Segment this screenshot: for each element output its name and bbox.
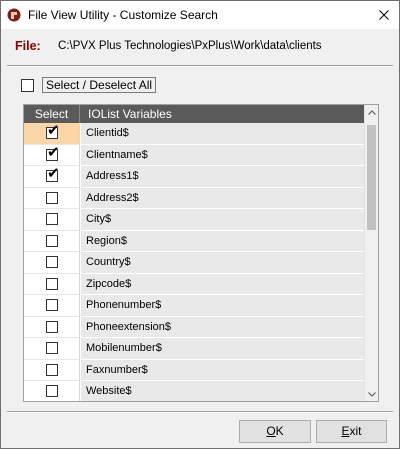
row-checkbox[interactable] [46, 191, 58, 204]
table-row[interactable]: Region$ [24, 230, 365, 252]
variable-cell[interactable]: Zipcode$ [81, 273, 365, 295]
table-row[interactable]: ✔ Address1$ [24, 166, 365, 188]
table-row[interactable]: ✔ Clientid$ [24, 123, 365, 145]
table-row[interactable]: Website$ [24, 381, 365, 401]
variable-name: Phoneextension$ [86, 320, 172, 333]
variable-name: Faxnumber$ [86, 363, 148, 376]
variable-cell[interactable]: Country$ [81, 252, 365, 274]
table-row[interactable]: ✔ Clientname$ [24, 143, 365, 166]
select-cell[interactable] [24, 381, 80, 401]
top-divider [7, 65, 393, 67]
grid-header: Select IOList Variables [24, 105, 365, 123]
select-cell[interactable]: ✔ [24, 123, 80, 145]
scroll-thumb[interactable] [367, 125, 376, 230]
table-row[interactable]: City$ [24, 209, 365, 231]
variable-name: Region$ [86, 234, 127, 247]
row-checkbox[interactable]: ✔ [46, 165, 60, 182]
exit-button-label: Exit [341, 424, 362, 438]
scroll-down-icon[interactable] [365, 387, 378, 401]
variable-name: Zipcode$ [86, 277, 132, 290]
variable-name: Mobilenumber$ [86, 342, 162, 354]
select-cell[interactable] [24, 338, 80, 360]
select-cell[interactable] [24, 273, 80, 295]
select-cell[interactable]: ✔ [24, 166, 80, 188]
table-row[interactable]: Phonenumber$ [24, 295, 365, 317]
file-path: C:\PVX Plus Technologies\PxPlus\Work\dat… [58, 40, 322, 52]
file-row: File: C:\PVX Plus Technologies\PxPlus\Wo… [15, 39, 322, 55]
row-checkbox[interactable] [46, 299, 58, 311]
select-cell[interactable] [24, 230, 80, 252]
variable-cell[interactable]: Address2$ [81, 187, 365, 209]
table-row[interactable]: Country$ [24, 252, 365, 274]
variable-cell[interactable]: Phonenumber$ [81, 295, 365, 317]
row-checkbox[interactable] [46, 320, 58, 333]
table-row[interactable]: Mobilenumber$ [24, 338, 365, 360]
select-all-label[interactable]: Select / Deselect All [42, 77, 157, 93]
scroll-up-icon[interactable] [365, 105, 378, 119]
select-cell[interactable]: ✔ [24, 143, 80, 166]
variable-name: Clientid$ [86, 127, 129, 139]
row-checkbox[interactable] [46, 363, 58, 376]
variable-cell[interactable]: Address1$ [81, 166, 365, 188]
checkmark-icon: ✔ [47, 122, 60, 139]
row-checkbox[interactable] [46, 256, 58, 268]
row-checkbox[interactable] [46, 277, 58, 290]
row-checkbox[interactable]: ✔ [46, 143, 60, 161]
row-checkbox[interactable] [46, 385, 58, 397]
table-row[interactable]: Faxnumber$ [24, 359, 365, 381]
variable-cell[interactable]: Region$ [81, 230, 365, 252]
ok-button-label: OK [266, 424, 284, 438]
select-cell[interactable] [24, 187, 80, 209]
iolist-grid: Select IOList Variables ✔ Clientid$ ✔ Clien… [23, 104, 379, 402]
table-row[interactable]: Address2$ [24, 187, 365, 209]
variable-cell[interactable]: Faxnumber$ [81, 359, 365, 381]
vertical-scrollbar[interactable] [364, 105, 378, 401]
variable-cell[interactable]: Website$ [81, 381, 365, 401]
variable-name: Country$ [86, 256, 131, 268]
select-all-checkbox[interactable] [21, 78, 34, 92]
variable-name: Phonenumber$ [86, 299, 162, 311]
window-title: File View Utility - Customize Search [28, 8, 218, 22]
variable-cell[interactable]: City$ [81, 209, 365, 231]
checkmark-icon: ✔ [47, 143, 60, 161]
variable-name: City$ [86, 213, 112, 225]
table-row[interactable]: Zipcode$ [24, 273, 365, 295]
variable-name: Website$ [86, 385, 132, 397]
column-header-select[interactable]: Select [24, 105, 80, 123]
variable-cell[interactable]: Clientname$ [81, 144, 365, 166]
select-cell[interactable] [24, 316, 80, 338]
exit-button[interactable]: Exit [316, 420, 387, 443]
checkmark-icon: ✔ [47, 165, 60, 182]
row-checkbox[interactable] [46, 234, 58, 247]
select-cell[interactable] [24, 359, 80, 381]
row-checkbox[interactable]: ✔ [46, 122, 60, 139]
title-bar[interactable]: File View Utility - Customize Search [1, 1, 399, 29]
table-row[interactable]: Phoneextension$ [24, 316, 365, 338]
row-checkbox[interactable] [46, 213, 58, 225]
close-icon[interactable] [369, 1, 399, 29]
pvx-app-icon [7, 8, 21, 22]
grid-rows: ✔ Clientid$ ✔ Clientname$ ✔ Address1$ Address2… [24, 123, 365, 401]
bottom-divider [7, 411, 393, 413]
select-all-toggle[interactable]: Select / Deselect All [21, 77, 157, 93]
ok-button[interactable]: OK [239, 420, 311, 443]
select-cell[interactable] [24, 295, 80, 317]
variable-name: Address2$ [86, 191, 139, 204]
dialog-window: File View Utility - Customize Search Fil… [0, 0, 400, 449]
variable-name: Address1$ [86, 170, 139, 182]
variable-cell[interactable]: Phoneextension$ [81, 316, 365, 338]
select-cell[interactable] [24, 209, 80, 231]
column-header-iolist-variables[interactable]: IOList Variables [81, 105, 172, 123]
variable-cell[interactable]: Clientid$ [81, 123, 365, 145]
select-cell[interactable] [24, 252, 80, 274]
file-label: File: [15, 39, 41, 53]
variable-cell[interactable]: Mobilenumber$ [81, 338, 365, 360]
variable-name: Clientname$ [86, 148, 148, 161]
row-checkbox[interactable] [46, 342, 58, 354]
